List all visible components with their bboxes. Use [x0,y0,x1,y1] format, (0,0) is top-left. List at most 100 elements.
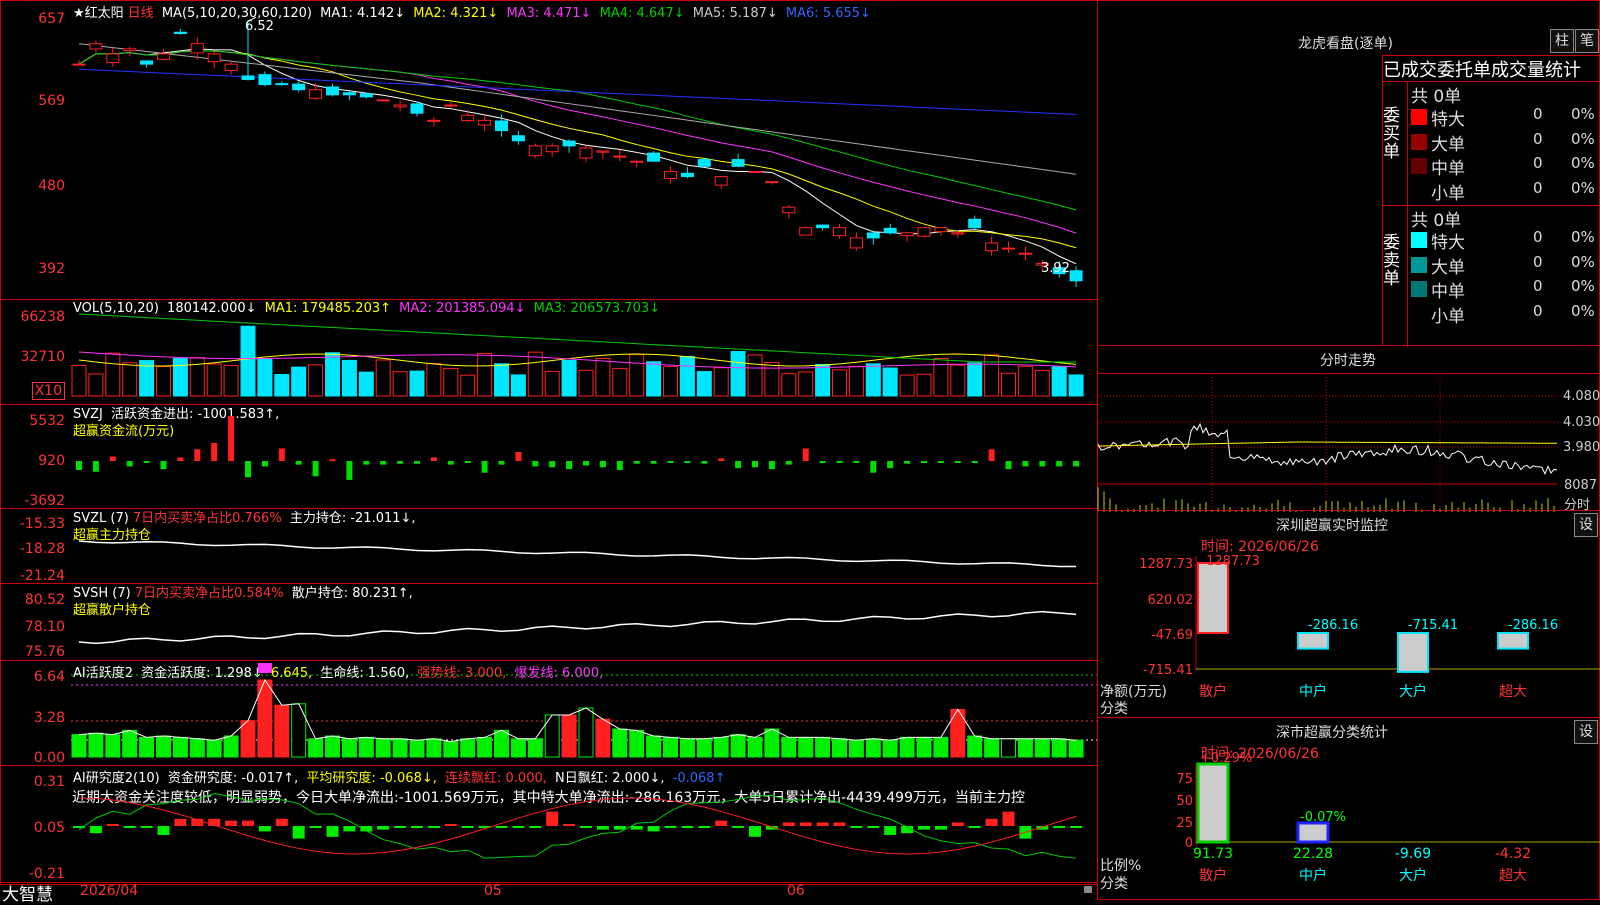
ai2-chart[interactable] [1,766,1099,886]
svzj-bar [887,461,894,469]
ai1-bar [663,736,678,758]
ai1-panel[interactable]: 6.64 3.28 0.00 AI活跃度2 资金活跃度: 1.298↓ 6.64… [0,660,1099,767]
ai2-bar [225,820,238,826]
order-v: 0 [1533,277,1543,295]
monitor-bar [1297,632,1329,650]
ai1-bar [291,703,307,758]
bar-mode-button[interactable]: 柱 [1550,29,1574,53]
svzj-bar [515,452,522,461]
monitor-bar-label: 1287.73 [1206,554,1260,569]
lock-icon[interactable] [1084,886,1092,893]
orderbook-subtitle: 已成交委托单成交量统计 [1383,60,1581,81]
ai1-chart[interactable] [1,661,1099,767]
candle-body [664,170,677,180]
monitor-chart[interactable]: 1287.73 620.02 -47.69 -715.41 1287.73 散户 -286.… [1098,511,1600,719]
candle-body [782,206,796,214]
monitor-panel[interactable]: 深圳超赢实时监控 设 时间: 2026/06/26 1287.73 620.02-… [1097,510,1600,718]
candle-body [714,176,728,186]
svsh-panel[interactable]: 80.52 78.10 75.76 SVSH (7) 7日内买卖净占比0.584%… [0,583,1098,661]
ai2-panel[interactable]: 0.31 0.05 -0.21 AI研究度2(10) 资金研究度: -0.017… [0,765,1098,885]
ai1-bar [679,738,695,758]
monitor-bar-label: -715.41 [1408,618,1458,633]
volume-panel[interactable]: 66238 32710 X10 VOL(5,10,20) 180142.000↓… [0,299,1098,405]
svzj-bar [397,461,404,464]
ai1-bar [781,736,797,758]
volume-bar [696,371,712,397]
fs-vol-label: 8087 [1564,478,1598,493]
sell-side-label: 委卖单 [1383,233,1400,289]
ai2-bar [985,818,998,826]
svzl-line [78,540,1077,568]
ai1-bar [477,736,493,758]
svsh-chart[interactable] [1,584,1099,662]
candle-body [833,227,846,237]
svzj-bar [532,461,539,467]
ai1-bar [713,736,729,758]
volume-bar [426,362,442,397]
brand-label[interactable]: 大智慧 [2,880,53,905]
volume-bar [578,369,594,397]
volume-chart[interactable] [1,300,1099,406]
candle-body [680,172,694,178]
order-v: 0 [1533,129,1543,148]
ai1-bar [189,738,205,758]
monitor-bar-label: -286.16 [1308,618,1358,633]
kline-chart[interactable] [1,1,1099,301]
candle-body [866,232,880,239]
candle-body [478,119,492,126]
buy-divider [1407,82,1408,205]
order-v: 0 [1533,154,1543,172]
monitor-bar-label: -286.16 [1508,618,1558,633]
ai1-bar [1034,738,1050,758]
svzj-bar [633,461,640,464]
volume-bar [730,351,746,397]
ai2-bar [698,826,711,828]
volume-bar [544,370,560,397]
fenshi-chart[interactable] [1097,374,1600,512]
svzj-bar [650,461,657,464]
ai1-bar [139,736,155,758]
volume-bar [561,359,577,397]
fs-ytick: 4.030 [1563,415,1600,430]
svzj-bar [76,461,82,470]
ai2-bar [292,826,305,839]
stats-panel[interactable]: 深市超赢分类统计 设 时间: 2026/06/26 75 50 25 0 +0.29% -… [1097,717,1600,900]
ai1-bar [325,735,340,758]
ai1-bar [206,739,222,758]
fenshi-title: 分时走势 [1320,353,1376,369]
tick-mode-button[interactable]: 笔 [1575,29,1599,53]
ai1-bar [595,718,611,758]
kline-panel[interactable]: 657 569 480 392 ★红太阳 日线 MA(5,10,20,30,60,… [0,0,1098,300]
ai2-bar [613,826,626,830]
svzj-bar [126,461,133,467]
svzj-panel[interactable]: 5532 920 -3692 SVZJ 活跃资金进出: -1001.583↑, … [0,404,1098,509]
svzl-panel[interactable]: -15.33 -18.28 -21.24 SVZL (7) 7日内买卖净占比0.7… [0,508,1098,584]
ai2-bar [884,826,897,835]
fenshi-panel[interactable]: 分时走势 4.080 4.030 3.980 8087 分时 [1097,345,1600,513]
candle-body [241,75,255,80]
candle-body [748,170,762,173]
order-color-swatch [1411,133,1427,150]
svzl-chart[interactable] [1,509,1099,585]
candle-body [224,63,238,71]
svzj-bar [194,449,201,461]
stats-ytick: 25 [1176,816,1193,831]
candle-body [849,237,863,249]
volume-bar [122,362,138,397]
svzj-bar [228,416,235,461]
svzj-bar [701,461,708,464]
ai1-bar [612,728,628,758]
ai2-bar [275,818,288,826]
stats-chart[interactable]: 75 50 25 0 +0.29% -0.07% 91.73 散户 22.28 中户 -9.69 大户… [1098,718,1600,901]
ai2-bar [309,826,322,828]
volume-bar [206,363,222,397]
volume-bar [1034,370,1050,397]
order-color-swatch [1411,158,1427,174]
ai2-bar [461,826,474,828]
high-label: 6.52 [245,19,274,34]
volume-bar [494,363,509,397]
candle-body [731,159,745,167]
svzj-chart[interactable] [1,405,1099,510]
volume-bar [882,367,898,397]
svzj-bar [971,461,978,463]
